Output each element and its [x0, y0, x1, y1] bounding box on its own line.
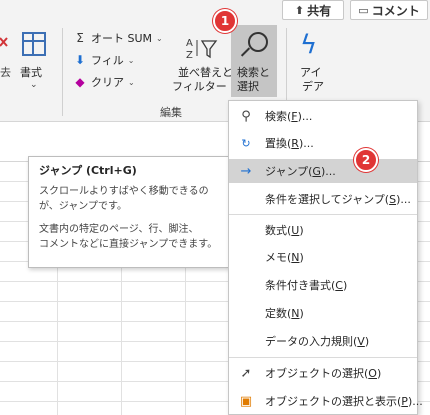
fill-down-icon: ⬇ [74, 53, 86, 67]
editing-group-label: 編集 [160, 106, 182, 119]
autosum-label: オート SUM [91, 32, 153, 45]
menu-item-conditional-formatting[interactable]: 条件付き書式(C) [229, 273, 417, 297]
chevron-down-icon: ⌄ [156, 33, 163, 43]
menu-item-replace[interactable]: ↻ 置換(R)... [229, 131, 417, 155]
menu-item-constants[interactable]: 定数(N) [229, 301, 417, 325]
sort-filter-label-line2[interactable]: フィルター [172, 78, 227, 94]
tooltip-title: ジャンプ (Ctrl+G) [39, 164, 137, 177]
share-button[interactable]: ⬆ 共有 [282, 0, 344, 20]
chevron-down-icon[interactable]: ⌄ [30, 80, 38, 90]
menu-divider [229, 357, 417, 358]
autosum-button[interactable]: Σ オート SUM ⌄ [72, 29, 163, 47]
search-icon: ⚲ [241, 108, 251, 124]
replace-icon: ↻ [241, 136, 251, 150]
tooltip-line: が、ジャンプです。 [39, 201, 127, 212]
menu-divider [229, 214, 417, 215]
menu-item-goto-special[interactable]: 条件を選択してジャンプ(S)... [229, 187, 417, 211]
chevron-down-icon: ⌄ [127, 55, 135, 65]
find-select-menu: ⚲ 検索(F)... ↻ 置換(R)... → ジャンプ(G)... 条件を選択… [228, 100, 423, 415]
tooltip-line: 文書内の特定のページ、行、脚注、 [39, 224, 199, 235]
goto-tooltip: ジャンプ (Ctrl+G) スクロールよりすばやく移動できるの が、ジャンプです… [28, 156, 230, 268]
menu-item-select-objects[interactable]: ➚ オブジェクトの選択(O) [229, 361, 417, 385]
cursor-arrow-icon: ➚ [240, 365, 252, 381]
menu-item-data-validation[interactable]: データの入力規則(V) [229, 329, 417, 353]
menu-item-goto[interactable]: → ジャンプ(G)... [229, 159, 417, 183]
menu-item-notes[interactable]: メモ(N) [229, 245, 417, 269]
format-button-label[interactable]: 書式 [20, 64, 42, 80]
svg-text:Z: Z [186, 50, 193, 60]
eraser-icon: ◆ [75, 75, 85, 89]
comment-icon: ▭ [358, 3, 369, 17]
ribbon-divider [62, 28, 63, 116]
svg-text:A: A [186, 38, 193, 49]
menu-item-selection-pane[interactable]: ▣ オブジェクトの選択と表示(P)... [229, 389, 423, 413]
share-icon: ⬆ [294, 3, 305, 17]
find-select-label-line2[interactable]: 選択 [237, 78, 259, 94]
sigma-icon: Σ [76, 31, 84, 45]
delete-cells-icon [0, 37, 8, 47]
tooltip-line: スクロールよりすばやく移動できるの [39, 186, 209, 197]
step-badge-1: 1 [213, 9, 237, 33]
clear-button[interactable]: ◆ クリア ⌄ [72, 73, 135, 91]
share-label: 共有 [307, 3, 332, 18]
clear-label: クリア [91, 76, 124, 89]
lightning-icon[interactable]: ϟ [300, 30, 317, 60]
selection-pane-icon: ▣ [239, 393, 253, 409]
step-badge-2: 2 [354, 148, 378, 172]
chevron-down-icon: ⌄ [128, 77, 135, 87]
arrow-right-icon: → [240, 163, 252, 179]
sort-filter-icon[interactable]: A Z [184, 36, 218, 60]
ideas-label-line2[interactable]: デア [302, 78, 324, 94]
comment-label: コメント [371, 3, 420, 18]
magnifier-icon [248, 32, 268, 52]
fill-label: フィル [91, 54, 124, 67]
menu-item-find[interactable]: ⚲ 検索(F)... [229, 104, 417, 128]
delete-cells-label[interactable]: 去 [0, 64, 11, 80]
menu-item-formulas[interactable]: 数式(U) [229, 218, 417, 242]
comment-button[interactable]: ▭ コメント [350, 0, 428, 20]
tooltip-line: コメントなどに直接ジャンプできます。 [39, 239, 218, 250]
format-cells-icon[interactable] [22, 32, 46, 56]
fill-button[interactable]: ⬇ フィル ⌄ [72, 51, 135, 69]
